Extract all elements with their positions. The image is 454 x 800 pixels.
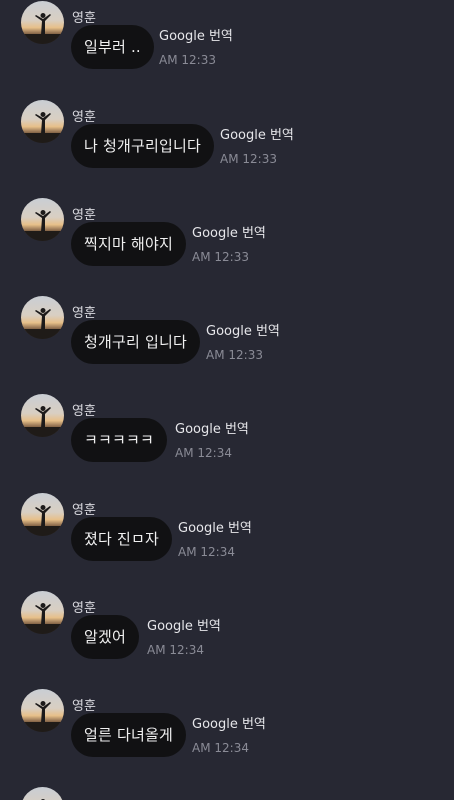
sender-name: 영훈	[72, 699, 96, 714]
avatar[interactable]	[21, 100, 64, 143]
google-translate-link[interactable]: Google 번역	[220, 124, 294, 143]
google-translate-link[interactable]: Google 번역	[192, 713, 266, 732]
message-bubble[interactable]: 알겠어	[71, 615, 140, 659]
google-translate-link[interactable]: Google 번역	[159, 25, 233, 44]
message-bubble[interactable]: 찍지마 해야지	[71, 222, 186, 266]
sender-name: 영훈	[72, 503, 96, 518]
sender-name: 영훈	[72, 11, 96, 26]
message-bubble[interactable]: 청개구리 입니다	[71, 320, 200, 364]
google-translate-link[interactable]: Google 번역	[206, 320, 280, 339]
message-time: AM 12:33	[206, 348, 263, 362]
message-row: 영훈 얼른 다녀올게 Google 번역 AM 12:34	[0, 689, 454, 787]
message-bubble[interactable]: 나 청개구리입니다	[71, 124, 214, 168]
message-row: 영훈 찍지마 해야지 Google 번역 AM 12:33	[0, 198, 454, 296]
message-time: AM 12:34	[175, 446, 232, 460]
google-translate-link[interactable]: Google 번역	[178, 517, 252, 536]
message-time: AM 12:33	[192, 250, 249, 264]
message-row: 영훈 일부러 .. Google 번역 AM 12:33	[0, 1, 454, 99]
google-translate-link[interactable]: Google 번역	[147, 615, 221, 634]
sender-name: 영훈	[72, 601, 96, 616]
sender-name: 영훈	[72, 404, 96, 419]
message-time: AM 12:34	[178, 545, 235, 559]
message-row: 영훈 나 청개구리입니다 Google 번역 AM 12:33	[0, 100, 454, 198]
sender-name: 영훈	[72, 208, 96, 223]
avatar[interactable]	[21, 296, 64, 339]
sender-name: 영훈	[72, 110, 96, 125]
message-row: 영훈 ㅋㅋㅋㅋㅋ Google 번역 AM 12:34	[0, 394, 454, 492]
message-time: AM 12:33	[159, 53, 216, 67]
avatar[interactable]	[21, 689, 64, 732]
avatar[interactable]	[21, 1, 64, 44]
sender-name: 영훈	[72, 306, 96, 321]
message-bubble[interactable]: ㅋㅋㅋㅋㅋ	[71, 418, 168, 462]
message-time: AM 12:34	[147, 643, 204, 657]
message-bubble[interactable]: 얼른 다녀올게	[71, 713, 186, 757]
google-translate-link[interactable]: Google 번역	[175, 418, 249, 437]
avatar[interactable]	[21, 493, 64, 536]
chat-view: 영훈 일부러 .. Google 번역 AM 12:33 영훈 나 청개구리입니…	[0, 0, 454, 800]
message-time: AM 12:34	[192, 741, 249, 755]
avatar[interactable]	[21, 591, 64, 634]
message-row: 영훈 졌다 진ㅁ자 Google 번역 AM 12:34	[0, 493, 454, 591]
message-bubble[interactable]: 졌다 진ㅁ자	[71, 517, 172, 561]
avatar[interactable]	[21, 198, 64, 241]
message-bubble[interactable]: 일부러 ..	[71, 25, 154, 69]
avatar[interactable]	[21, 394, 64, 437]
avatar[interactable]	[21, 787, 64, 800]
google-translate-link[interactable]: Google 번역	[192, 222, 266, 241]
message-row: 영훈 알겠어 Google 번역 AM 12:34	[0, 591, 454, 689]
message-time: AM 12:33	[220, 152, 277, 166]
message-row: 영훈 청개구리 입니다 Google 번역 AM 12:33	[0, 296, 454, 394]
